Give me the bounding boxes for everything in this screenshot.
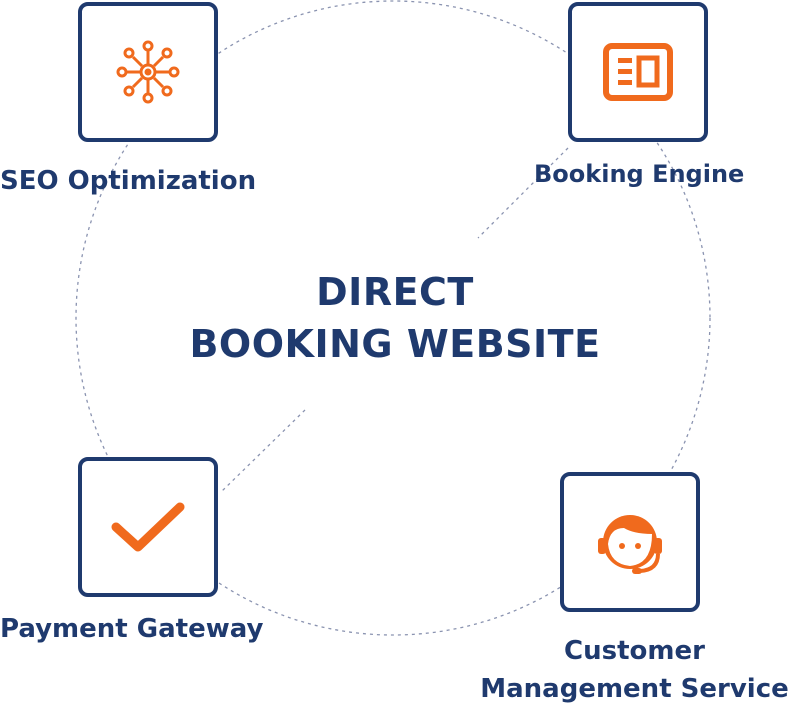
- network-hub-icon: [116, 40, 180, 104]
- center-title-line2: BOOKING WEBSITE: [189, 322, 601, 366]
- customer-management-card[interactable]: [560, 472, 700, 612]
- customer-support-headset-icon: [598, 515, 662, 574]
- customer-management-label-line2: Management Service: [480, 674, 789, 704]
- connector-payment: [219, 409, 306, 494]
- direct-booking-diagram: DIRECT BOOKING WEBSITE SEO Optimization …: [0, 0, 805, 710]
- seo-optimization-label: SEO Optimization: [0, 166, 257, 196]
- checkmark-icon: [111, 502, 185, 552]
- booking-engine-label: Booking Engine: [534, 160, 745, 188]
- seo-optimization-card[interactable]: [78, 2, 218, 142]
- center-title-line1: DIRECT: [316, 270, 474, 314]
- customer-management-label-line1: Customer: [564, 636, 705, 666]
- customer-management-label: Customer Management Service: [462, 632, 805, 708]
- booking-engine-card[interactable]: [568, 2, 708, 142]
- payment-gateway-label: Payment Gateway: [0, 614, 264, 644]
- booking-card-icon: [603, 43, 673, 101]
- payment-gateway-card[interactable]: [78, 457, 218, 597]
